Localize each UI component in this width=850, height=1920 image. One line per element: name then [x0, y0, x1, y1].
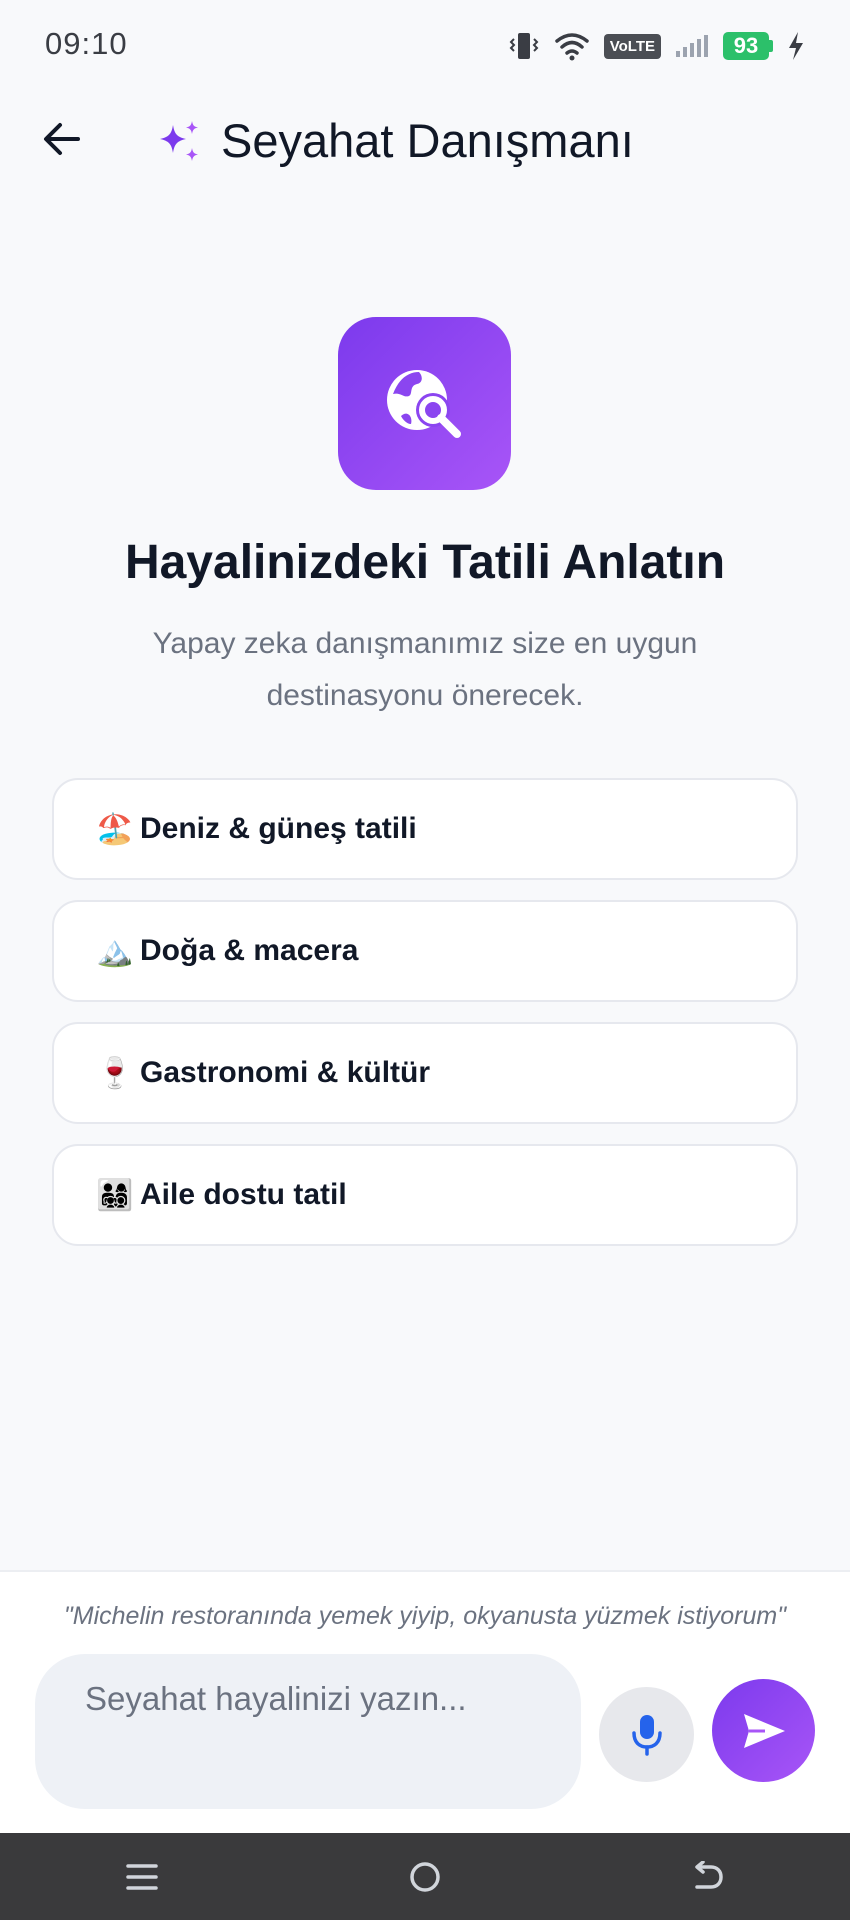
hero-subtitle: Yapay zeka danışmanımız size en uygun de…: [152, 627, 698, 712]
battery-indicator: 93: [723, 32, 773, 60]
wifi-icon: [554, 33, 589, 61]
send-icon: [743, 1713, 785, 1748]
nav-home-button[interactable]: [380, 1842, 470, 1912]
home-icon: [410, 1861, 440, 1892]
nav-menu-button[interactable]: [97, 1842, 187, 1912]
battery-tip: [769, 40, 773, 52]
microphone-icon: [631, 1714, 662, 1756]
composer: "Michelin restoranında yemek yiyip, okya…: [0, 1570, 850, 1833]
mountain-icon: 🏔️: [96, 933, 134, 969]
mic-button[interactable]: [599, 1687, 694, 1782]
hero-title: Hayalinizdeki Tatili Anlatın: [124, 536, 726, 589]
suggestion-family[interactable]: 👨‍👩‍👧‍👦 Aile dostu tatil: [52, 1144, 798, 1246]
title-group: Seyahat Danışmanı: [155, 113, 634, 168]
app-bar: Seyahat Danışmanı: [0, 95, 850, 185]
status-time: 09:10: [45, 26, 128, 61]
page-title: Seyahat Danışmanı: [221, 114, 634, 167]
suggestion-nature[interactable]: 🏔️ Doğa & macera: [52, 900, 798, 1002]
suggestion-label: Doğa & macera: [140, 934, 359, 967]
back-icon: [695, 1860, 724, 1889]
suggestion-label: Deniz & güneş tatili: [140, 812, 417, 845]
message-input[interactable]: [85, 1680, 531, 1718]
back-button[interactable]: [38, 115, 86, 163]
hero-icon-tile: [338, 317, 511, 490]
suggestion-beach[interactable]: 🏖️ Deniz & güneş tatili: [52, 778, 798, 880]
sparkles-icon: [160, 120, 198, 161]
menu-icon: [125, 1863, 158, 1890]
suggestion-label: Aile dostu tatil: [140, 1178, 347, 1211]
arrow-left-icon: [44, 123, 80, 155]
vibrate-icon: [509, 33, 539, 59]
suggestion-gastronomy[interactable]: 🍷 Gastronomi & kültür: [52, 1022, 798, 1124]
send-button[interactable]: [712, 1679, 815, 1782]
wine-glass-icon: 🍷: [96, 1055, 134, 1091]
charging-icon: [789, 32, 803, 60]
status-bar: 09:10 VoLTE 93: [0, 0, 850, 90]
globe-search-icon: [386, 369, 461, 438]
message-input-box[interactable]: [35, 1654, 581, 1809]
status-icons: VoLTE 93: [508, 28, 805, 64]
screen: 09:10 VoLTE 93 Seyahat Danışmanı Hayalin…: [0, 0, 850, 1920]
nav-back-button[interactable]: [663, 1842, 753, 1912]
volte-badge: VoLTE: [603, 33, 661, 59]
example-hint: "Michelin restoranında yemek yiyip, okya…: [63, 1602, 787, 1630]
signal-icon: [676, 35, 708, 57]
suggestion-label: Gastronomi & kültür: [140, 1056, 431, 1089]
family-icon: 👨‍👩‍👧‍👦: [96, 1177, 134, 1213]
beach-icon: 🏖️: [96, 811, 134, 847]
system-nav-bar: [0, 1833, 850, 1920]
suggestion-list: 🏖️ Deniz & güneş tatili 🏔️ Doğa & macera…: [52, 778, 798, 1266]
battery-level: 93: [723, 32, 769, 60]
